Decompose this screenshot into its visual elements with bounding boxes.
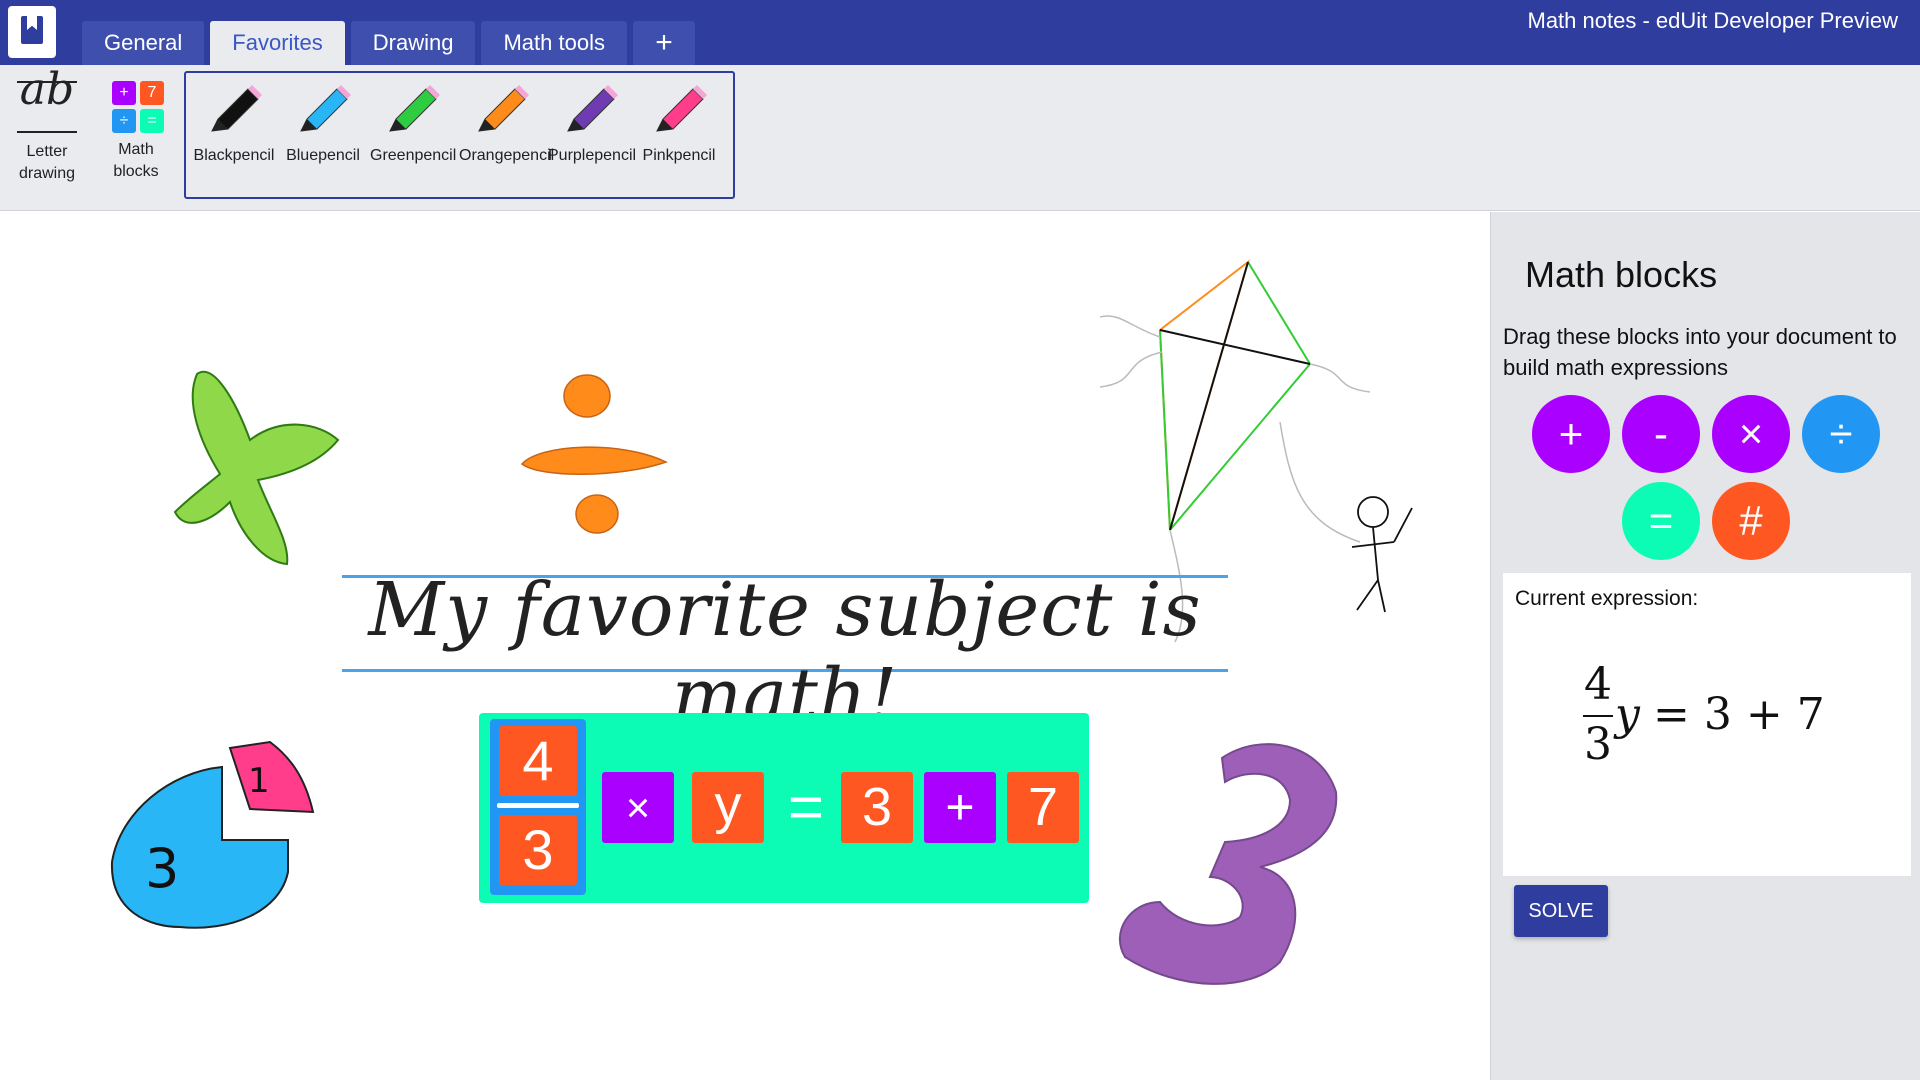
svg-text:1: 1 [248,761,270,801]
purple-three-sketch [1119,743,1338,985]
tab-math-tools[interactable]: Math tools [481,21,627,65]
svg-text:3: 3 [145,837,179,900]
divide-block-button[interactable]: ÷ [1802,395,1880,473]
letter-drawing-button[interactable]: ab Letter drawing [5,68,89,185]
title-bar: General Favorites Drawing Math tools + M… [0,0,1920,65]
green-pencil-button[interactable]: Greenpencil [370,81,457,167]
tab-favorites[interactable]: Favorites [210,21,345,65]
pink-pencil-label-2: pencil [673,147,716,164]
stick-figure-sketch [1351,496,1413,613]
equals-block-button[interactable]: = [1622,482,1700,560]
minus-block-button[interactable]: - [1622,395,1700,473]
orange-pencil-icon [478,85,529,132]
black-pencil-button[interactable]: Blackpencil [192,81,276,167]
math-expression-block[interactable]: 4 3 × y = 3 + 7 [479,713,1089,903]
pink-pencil-icon [656,85,707,132]
cursive-ab-icon: ab [5,68,89,141]
purple-pencil-label-2: pencil [594,147,637,164]
orange-divide-sketch [520,374,668,534]
numerator-tile[interactable]: 4 [499,726,577,796]
pie-fraction-sketch: 1 3 [110,740,315,929]
math-blocks-panel: Math blocks Drag these blocks into your … [1490,212,1920,1080]
pink-pencil-button[interactable]: Pinkpencil [637,81,721,167]
orange-pencil-label-1: Orange [459,147,513,164]
times-tile[interactable]: × [602,772,674,843]
black-pencil-label-2: pencil [232,147,275,164]
letter-drawing-label-2: drawing [18,165,76,182]
blue-pencil-label-2: pencil [318,147,360,164]
number-3-tile[interactable]: 3 [841,772,913,843]
math-blocks-label-2: blocks [113,163,159,180]
denominator-tile[interactable]: 3 [499,815,577,885]
tab-strip: General Favorites Drawing Math tools + [82,21,695,65]
window-title: Math notes - edUit Developer Preview [1527,8,1899,33]
favorite-pencils-group: Blackpencil Bluepencil Greenpencil Orangepe… [184,71,735,199]
plus-block-button[interactable]: + [1532,395,1610,473]
purple-pencil-button[interactable]: Purplepencil [548,81,636,167]
number-7-tile[interactable]: 7 [1007,772,1079,843]
math-blocks-button[interactable]: + 7 ÷ = Math blocks [94,75,178,183]
fraction-block[interactable]: 4 3 [490,719,586,895]
equals-tile[interactable]: = [772,772,840,843]
document-canvas[interactable]: 1 3 My favorite subject is math! 4 3 × y… [0,212,1490,1080]
number-block-button[interactable]: # [1712,482,1790,560]
math-blocks-icon: + 7 ÷ = [106,75,166,135]
pink-pencil-label-1: Pink [642,147,674,164]
ribbon-toolbar: ab Letter drawing + 7 ÷ = Math blocks Bl… [0,65,1920,211]
variable-y-tile[interactable]: y [692,772,764,843]
green-pencil-icon [389,85,440,132]
green-pencil-label-1: Green [370,147,415,164]
panel-description: Drag these blocks into your document to … [1503,324,1897,380]
black-pencil-label-1: Black [193,147,233,164]
orange-pencil-button[interactable]: Orangepencil [459,81,554,167]
purple-pencil-label-1: Purple [548,147,595,164]
current-expression-panel: Current expression: 4 3 y = 3 + 7 [1503,573,1911,876]
panel-title: Math blocks [1525,254,1718,295]
letter-drawing-label-1: Letter [26,143,68,160]
times-block-button[interactable]: × [1712,395,1790,473]
solve-button[interactable]: SOLVE [1514,885,1608,937]
app-logo-icon[interactable] [8,6,56,58]
add-tab-button[interactable]: + [632,21,695,65]
blue-pencil-button[interactable]: Bluepencil [281,81,365,167]
purple-pencil-icon [567,85,618,132]
black-pencil-icon [211,85,262,132]
current-expression-label: Current expression: [1515,587,1699,610]
blue-pencil-label-1: Blue [286,147,319,164]
tab-drawing[interactable]: Drawing [350,21,476,65]
green-pencil-label-2: pencil [414,147,457,164]
green-times-sketch [173,370,340,566]
fraction-bar [497,803,579,808]
tab-general[interactable]: General [82,21,205,65]
plus-tile[interactable]: + [924,772,996,843]
math-blocks-label-1: Math [118,141,154,158]
blue-pencil-icon [300,85,351,132]
